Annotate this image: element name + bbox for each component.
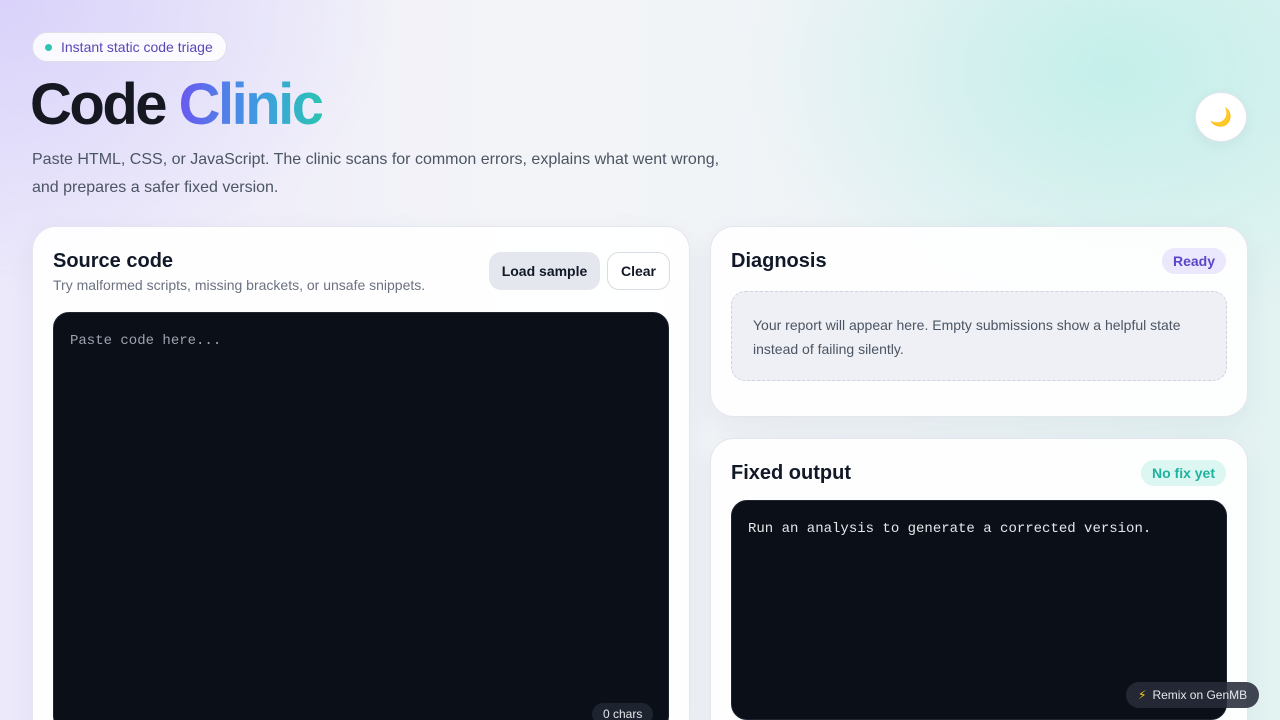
diagnosis-title: Diagnosis (731, 250, 827, 272)
editor-placeholder: Paste code here... (70, 333, 222, 349)
clear-button[interactable]: Clear (607, 252, 670, 290)
fixed-status-badge: No fix yet (1140, 460, 1226, 486)
status-dot-icon (45, 43, 52, 51)
remix-label: Remix on GenMB (1152, 688, 1248, 702)
bolt-icon: ⚡ (1138, 688, 1147, 702)
moon-icon: 🌙 (1209, 106, 1233, 127)
page-title: Code Clinic (30, 70, 324, 140)
source-title: Source code (53, 250, 174, 272)
remix-button[interactable]: ⚡ Remix on GenMB (1126, 682, 1260, 708)
diagnosis-panel: Diagnosis Ready Your report will appear … (710, 226, 1248, 417)
tagline-label: Instant static code triage (61, 39, 213, 55)
char-count-badge: 0 chars (592, 703, 654, 720)
diagnosis-empty-state: Your report will appear here. Empty subm… (731, 291, 1227, 381)
title-part-clinic: Clinic (178, 72, 324, 137)
title-part-code: Code (30, 72, 168, 137)
tagline-badge: Instant static code triage (32, 32, 227, 62)
code-editor[interactable]: Paste code here... 0 chars (53, 312, 669, 720)
load-sample-button[interactable]: Load sample (489, 252, 600, 290)
diagnosis-status-badge: Ready (1161, 248, 1226, 274)
source-code-panel: Source code Try malformed scripts, missi… (32, 226, 690, 720)
fixed-output-panel: Fixed output No fix yet Run an analysis … (710, 438, 1248, 720)
theme-toggle-button[interactable]: 🌙 (1195, 92, 1247, 142)
fixed-output-title: Fixed output (731, 462, 851, 484)
source-hint: Try malformed scripts, missing brackets,… (53, 277, 426, 293)
page-subtitle: Paste HTML, CSS, or JavaScript. The clin… (32, 151, 720, 196)
